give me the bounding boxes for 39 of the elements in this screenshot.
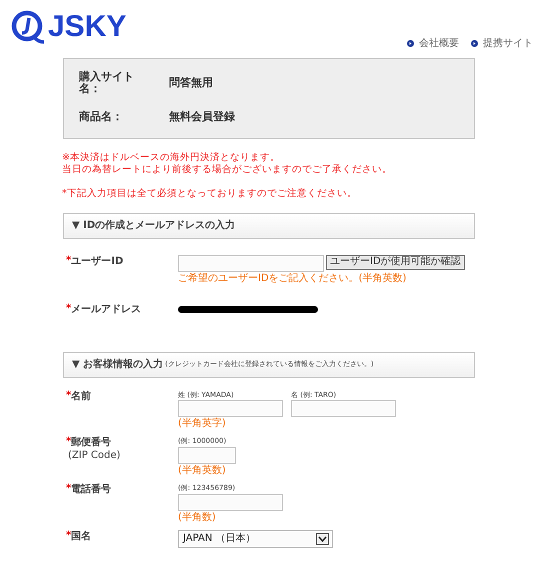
zip-code-field[interactable] xyxy=(178,446,236,464)
country-select[interactable]: JAPAN （日本） xyxy=(178,530,333,548)
hint-text: ご希望のユーザーIDをご記入ください。(半角英数) xyxy=(178,272,406,284)
field-label: 名前 xyxy=(71,390,92,402)
field-label: ユーザーID xyxy=(71,254,124,268)
nav-link[interactable]: 会社概要 xyxy=(407,36,459,51)
user-id-field[interactable] xyxy=(178,254,324,272)
field-label: 国名 xyxy=(71,530,92,542)
required-mark: * xyxy=(66,436,72,448)
required-mark: * xyxy=(66,254,72,266)
summary-label: 購入サイト名： xyxy=(79,71,135,95)
required-mark: * xyxy=(66,390,72,402)
bullet-icon xyxy=(471,40,478,47)
field-sublabel: (ZIP Code) xyxy=(67,448,120,462)
required-mark: * xyxy=(66,302,72,314)
bullet-icon xyxy=(407,40,414,47)
hint-text: (半角数) xyxy=(178,512,216,524)
hint-text: (半角英数) xyxy=(178,464,226,476)
required-mark: * xyxy=(66,530,72,542)
phone-field[interactable] xyxy=(178,494,283,510)
required-mark: * xyxy=(66,482,72,494)
logo-icon xyxy=(10,9,46,45)
field-label: 電話番号 xyxy=(71,482,112,496)
field-label: メールアドレス xyxy=(71,302,142,316)
nav-link[interactable]: 提携サイト xyxy=(471,36,533,51)
summary-value: 問答無用 xyxy=(169,74,213,91)
notice-text: *下記入力項目は全て必須となっておりますのでご注意ください。 xyxy=(62,188,357,200)
notice-text: ※本決済はドルベースの海外円決済となります。 xyxy=(62,152,280,164)
name-field[interactable] xyxy=(178,400,283,416)
notice-text: 当日の為替レートにより前後する場合がございますのでご了承ください。 xyxy=(62,164,392,176)
hint-text: (半角英字) xyxy=(178,418,226,430)
name-field[interactable] xyxy=(291,400,396,416)
field-label: 郵便番号 xyxy=(71,436,112,448)
section-title: ▼ IDの作成とメールアドレスの入力 xyxy=(72,218,236,233)
logo-text: JSKY xyxy=(48,11,126,43)
section-title: ▼ お客様情報の入力 xyxy=(72,357,164,372)
check-id-button[interactable]: ユーザーIDが使用可能か確認 xyxy=(326,254,465,270)
summary-value: 無料会員登録 xyxy=(169,109,235,125)
summary-label: 商品名： xyxy=(79,111,124,124)
